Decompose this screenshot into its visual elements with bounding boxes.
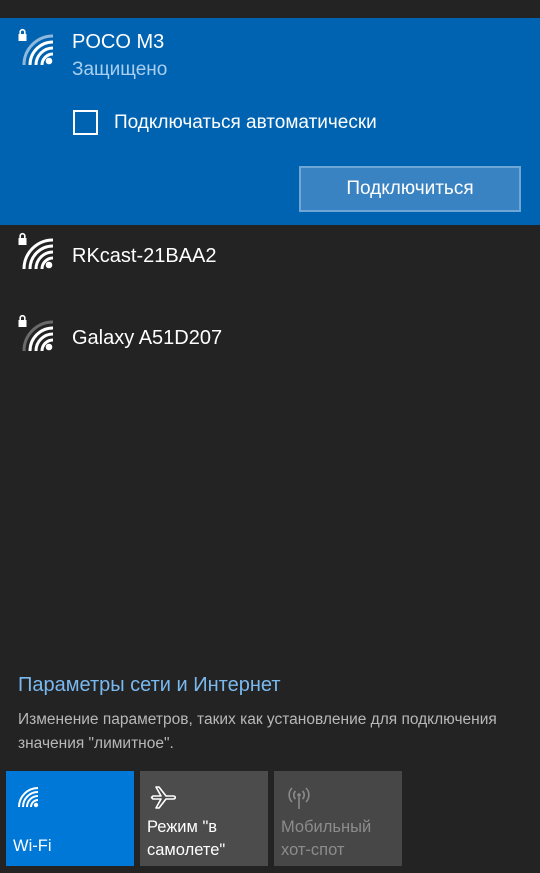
wifi-secured-icon: [18, 28, 54, 66]
airplane-icon: [150, 786, 177, 809]
airplane-tile-label: Режим "в самолете": [147, 818, 226, 859]
network-item-poco-m3[interactable]: POCO M3 Защищено Подключаться автоматиче…: [0, 18, 540, 225]
airplane-mode-tile[interactable]: Режим "в самолете": [140, 771, 268, 866]
auto-connect-checkbox[interactable]: [73, 110, 98, 135]
wifi-toggle-tile[interactable]: Wi-Fi: [6, 771, 134, 866]
network-name: POCO M3: [72, 31, 165, 53]
wifi-tile-label: Wi-Fi: [13, 837, 52, 855]
mobile-hotspot-tile[interactable]: Мобильный хот-спот: [274, 771, 402, 866]
network-security-status: Защищено: [72, 59, 168, 80]
hotspot-icon: [288, 787, 310, 809]
network-item-galaxy[interactable]: Galaxy A51D207: [0, 305, 540, 385]
network-flyout: POCO M3 Защищено Подключаться автоматиче…: [0, 0, 540, 873]
connect-button[interactable]: Подключиться: [299, 166, 521, 212]
network-item-rkcast[interactable]: RKcast-21BAA2: [0, 225, 540, 305]
network-settings-description: Изменение параметров, таких как установл…: [18, 711, 497, 752]
auto-connect-label[interactable]: Подключаться автоматически: [114, 112, 377, 134]
scroll-top-edge: [0, 0, 540, 18]
network-name: Galaxy A51D207: [72, 327, 223, 349]
network-settings-link[interactable]: Параметры сети и Интернет: [18, 674, 281, 697]
wifi-secured-icon: [18, 314, 54, 352]
wifi-secured-icon: [18, 232, 54, 270]
wifi-icon: [18, 787, 39, 808]
hotspot-tile-label: Мобильный хот-спот: [281, 818, 372, 859]
network-name: RKcast-21BAA2: [72, 245, 217, 267]
